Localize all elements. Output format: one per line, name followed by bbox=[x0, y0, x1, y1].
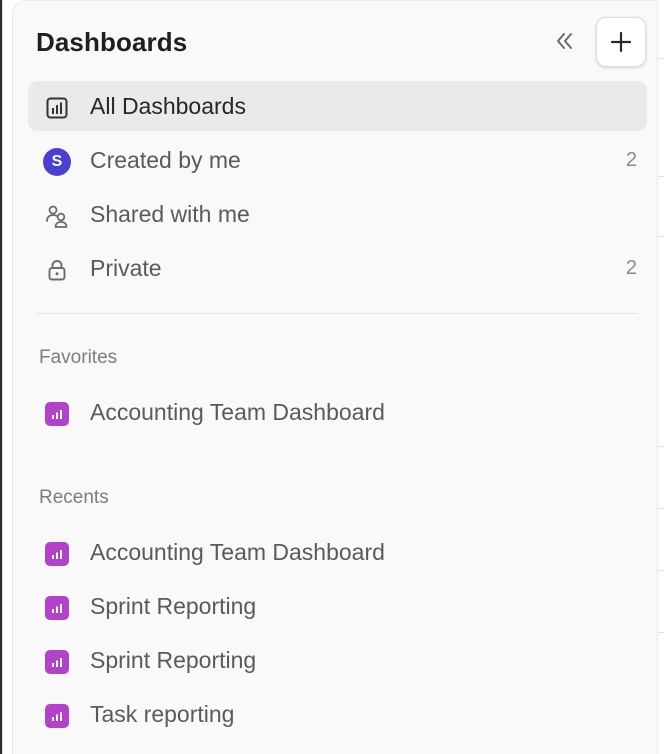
dashboard-tile-icon bbox=[43, 648, 71, 676]
page-title: Dashboards bbox=[36, 27, 188, 57]
divider bbox=[658, 58, 664, 59]
bar-chart-icon bbox=[43, 94, 71, 122]
nav-item-created-by-me[interactable]: S Created by me 2 bbox=[28, 135, 647, 185]
recent-item-accounting-team-dashboard[interactable]: Accounting Team Dashboard bbox=[28, 527, 647, 577]
nav-count: 2 bbox=[625, 149, 637, 171]
recent-item-task-reporting[interactable]: Task reporting bbox=[28, 689, 647, 739]
dashboard-tile-icon bbox=[43, 594, 71, 622]
divider bbox=[658, 632, 664, 633]
recent-item-sprint-reporting-2[interactable]: Sprint Reporting bbox=[28, 635, 647, 685]
nav-label: Accounting Team Dashboard bbox=[90, 539, 385, 565]
dashboard-tile-icon bbox=[43, 540, 71, 568]
background-content-edge bbox=[658, 0, 664, 754]
recents-heading: Recents bbox=[39, 487, 109, 508]
shared-users-icon bbox=[43, 202, 71, 230]
nav-label: Shared with me bbox=[90, 201, 250, 227]
divider bbox=[658, 236, 664, 237]
divider bbox=[658, 508, 664, 509]
favorite-item-accounting-team-dashboard[interactable]: Accounting Team Dashboard bbox=[28, 387, 647, 437]
nav-label: Sprint Reporting bbox=[90, 593, 257, 619]
window-edge bbox=[0, 0, 3, 754]
favorites-heading: Favorites bbox=[39, 347, 118, 368]
avatar-container: S bbox=[43, 148, 71, 176]
sidebar-header: Dashboards bbox=[13, 15, 659, 69]
nav-label: Private bbox=[90, 255, 162, 281]
collapse-sidebar-button[interactable] bbox=[549, 25, 581, 57]
nav-item-shared-with-me[interactable]: Shared with me bbox=[28, 189, 647, 239]
divider bbox=[658, 570, 664, 571]
nav-count: 2 bbox=[625, 257, 637, 279]
nav-label: All Dashboards bbox=[90, 93, 246, 119]
lock-icon bbox=[43, 256, 71, 284]
dashboard-tile-icon bbox=[43, 702, 71, 730]
nav-item-private[interactable]: Private 2 bbox=[28, 243, 647, 293]
double-chevron-left-icon bbox=[557, 33, 572, 49]
app-frame: Dashboards All Dashboards S Created by m… bbox=[0, 0, 664, 754]
nav-label: Accounting Team Dashboard bbox=[90, 399, 385, 425]
plus-icon bbox=[610, 31, 632, 53]
dashboards-sidebar: Dashboards All Dashboards S Created by m… bbox=[12, 0, 658, 754]
avatar: S bbox=[43, 148, 71, 176]
divider bbox=[36, 313, 638, 314]
add-dashboard-button[interactable] bbox=[596, 17, 646, 67]
recent-item-sprint-reporting[interactable]: Sprint Reporting bbox=[28, 581, 647, 631]
divider bbox=[658, 446, 664, 447]
nav-item-all-dashboards[interactable]: All Dashboards bbox=[28, 81, 647, 131]
divider bbox=[658, 176, 664, 177]
nav-label: Sprint Reporting bbox=[90, 647, 257, 673]
nav-label: Task reporting bbox=[90, 701, 235, 727]
nav-label: Created by me bbox=[90, 147, 241, 173]
dashboard-tile-icon bbox=[43, 400, 71, 428]
